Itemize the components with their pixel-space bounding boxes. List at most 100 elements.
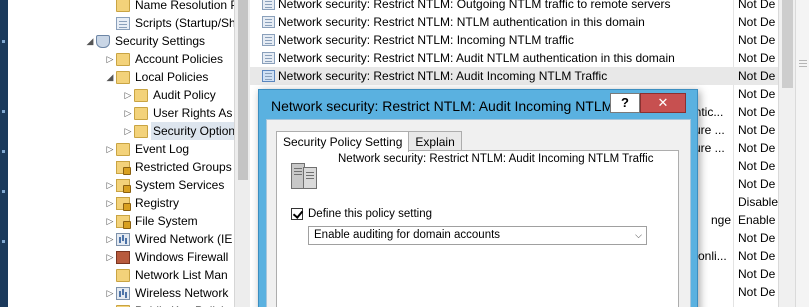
help-button[interactable]: ? <box>610 93 640 113</box>
folder-lock-icon <box>116 214 131 229</box>
tree-item[interactable]: ▷ File System <box>104 212 198 230</box>
policy-row[interactable]: Network security: Restrict NTLM: Audit N… <box>250 49 778 67</box>
security-setting-cell: Disable <box>738 195 778 209</box>
bars-icon <box>116 286 130 300</box>
policy-cell: Network security: Restrict NTLM: NTLM au… <box>262 13 645 31</box>
expand-arrow-icon[interactable]: ▷ <box>104 248 116 266</box>
policy-label: Network security: Restrict NTLM: Incomin… <box>278 33 574 47</box>
tree-item[interactable]: ▷ Windows Firewall <box>104 248 229 266</box>
folder-lock-icon <box>116 160 131 175</box>
tree-item[interactable]: ▷ Security Option <box>122 122 234 140</box>
tree-item-label: File System <box>135 214 198 228</box>
expand-arrow-icon[interactable]: ▷ <box>122 86 134 104</box>
expand-arrow-icon[interactable]: ▷ <box>104 302 116 307</box>
policy-icon <box>262 0 275 10</box>
bars-icon <box>116 232 130 246</box>
tree-item[interactable]: Restricted Groups <box>104 158 232 176</box>
tree-item[interactable]: ▷ Public Key Policie <box>104 302 230 307</box>
tree-item[interactable]: ◢ Local Policies <box>104 68 209 86</box>
expand-arrow-icon[interactable]: ▷ <box>122 104 134 122</box>
collapse-arrow-icon[interactable]: ◢ <box>104 68 116 86</box>
expand-arrow-icon[interactable]: ▷ <box>104 230 116 248</box>
tree-item-label: Audit Policy <box>153 88 216 102</box>
define-policy-row[interactable]: Define this policy setting <box>291 208 432 220</box>
chevron-down-icon[interactable]: ⌵ <box>635 227 642 244</box>
tree-item-label: Public Key Policie <box>135 302 230 307</box>
tree-item[interactable]: Scripts (Startup/Shutd <box>104 14 234 32</box>
tree-item[interactable]: Name Resolution Poli <box>104 0 234 14</box>
select-value: Enable auditing for domain accounts <box>314 229 501 241</box>
tree-item[interactable]: Network List Man <box>104 266 228 284</box>
tab-explain[interactable]: Explain <box>408 131 462 151</box>
security-setting-cell: Not De <box>738 69 776 83</box>
tree-item-label: User Rights As <box>153 106 233 120</box>
policy-cell: Network security: Restrict NTLM: Audit N… <box>262 49 675 67</box>
policy-list-scrollbar-thumb[interactable] <box>782 0 793 88</box>
folder-icon <box>116 268 130 282</box>
folder-lock-icon <box>116 196 131 211</box>
security-setting-cell: Not De <box>738 0 776 11</box>
tree-item-label: Network List Man <box>135 268 228 282</box>
tab-security-policy-setting[interactable]: Security Policy Setting <box>276 131 410 152</box>
expand-arrow-icon[interactable]: ▷ <box>104 284 116 302</box>
navigation-tree: Name Resolution Poli Scripts (Startup/Shu… <box>8 0 234 307</box>
tree-scrollbar[interactable] <box>234 0 250 307</box>
firewall-icon <box>116 250 130 264</box>
tree-item[interactable]: ▷ User Rights As <box>122 104 233 122</box>
tree-item[interactable]: ▷ Account Policies <box>104 50 224 68</box>
security-setting-cell: Not De <box>738 51 776 65</box>
policy-row[interactable]: Network security: Restrict NTLM: NTLM au… <box>250 13 778 31</box>
expand-arrow-icon[interactable]: ▷ <box>104 194 116 212</box>
tree-item-label: Windows Firewall <box>135 250 229 264</box>
tree-item-label: System Services <box>135 178 225 192</box>
policy-label: Network security: Restrict NTLM: NTLM au… <box>278 15 645 29</box>
collapse-arrow-icon[interactable]: ◢ <box>84 32 96 50</box>
tree-item[interactable]: ◢ Security Settings <box>84 32 206 50</box>
tree-item-label: Account Policies <box>135 52 224 66</box>
policy-cell: Network security: Restrict NTLM: Audit I… <box>262 67 607 85</box>
shield-icon <box>96 34 110 48</box>
tree-item-label: Wireless Network <box>135 286 229 300</box>
tree-scrollbar-thumb[interactable] <box>238 0 248 180</box>
tree-item-label: Security Option <box>151 122 234 140</box>
expand-arrow-icon[interactable]: ▷ <box>104 176 116 194</box>
security-setting-cell: Not De <box>738 87 776 101</box>
tree-item[interactable]: ▷ Wireless Network <box>104 284 229 302</box>
tree-item[interactable]: ▷ System Services <box>104 176 224 194</box>
tree-item-label: Local Policies <box>135 70 209 84</box>
right-pane-strip <box>795 0 809 307</box>
security-setting-cell: Not De <box>738 231 776 245</box>
close-icon[interactable]: ✕ <box>658 95 669 110</box>
policy-label: Network security: Restrict NTLM: Audit N… <box>278 51 675 65</box>
policy-row[interactable]: Network security: Restrict NTLM: Incomin… <box>250 31 778 49</box>
policy-icon <box>262 16 275 28</box>
security-setting-cell: Not De <box>738 249 776 263</box>
policy-label: nge <box>711 213 732 227</box>
tree-item-label: Name Resolution Poli <box>135 0 234 12</box>
folder-icon <box>134 88 148 102</box>
expand-arrow-icon[interactable]: ▷ <box>122 122 134 140</box>
close-button[interactable]: ✕ <box>640 93 686 113</box>
define-policy-checkbox[interactable] <box>291 208 303 220</box>
tab-panel: Network security: Restrict NTLM: Audit I… <box>276 150 679 307</box>
policy-row[interactable]: Network security: Restrict NTLM: Audit I… <box>250 67 778 85</box>
folder-lock-icon <box>116 178 131 193</box>
tree-item[interactable]: ▷ Audit Policy <box>122 86 216 104</box>
policy-list-scrollbar[interactable] <box>778 0 795 307</box>
expand-arrow-icon[interactable]: ▷ <box>104 140 116 158</box>
doc-icon <box>116 16 130 30</box>
policy-row[interactable]: Network security: Restrict NTLM: Outgoin… <box>250 0 778 13</box>
tree-item[interactable]: ▷ Event Log <box>104 140 190 158</box>
tree-item-label: Restricted Groups <box>135 160 232 174</box>
dialog-title: Network security: Restrict NTLM: Audit I… <box>271 98 656 114</box>
tree-item[interactable]: ▷ Wired Network (IE <box>104 230 233 248</box>
folder-icon <box>116 0 130 12</box>
expand-arrow-icon[interactable]: ▷ <box>104 212 116 230</box>
policy-icon <box>262 70 275 82</box>
folder-icon <box>116 70 130 84</box>
security-setting-cell: Not De <box>738 33 776 47</box>
expand-arrow-icon[interactable]: ▷ <box>104 50 116 68</box>
audit-option-select[interactable]: Enable auditing for domain accounts ⌵ <box>308 226 647 245</box>
tree-item[interactable]: ▷ Registry <box>104 194 179 212</box>
define-policy-label: Define this policy setting <box>308 208 433 220</box>
